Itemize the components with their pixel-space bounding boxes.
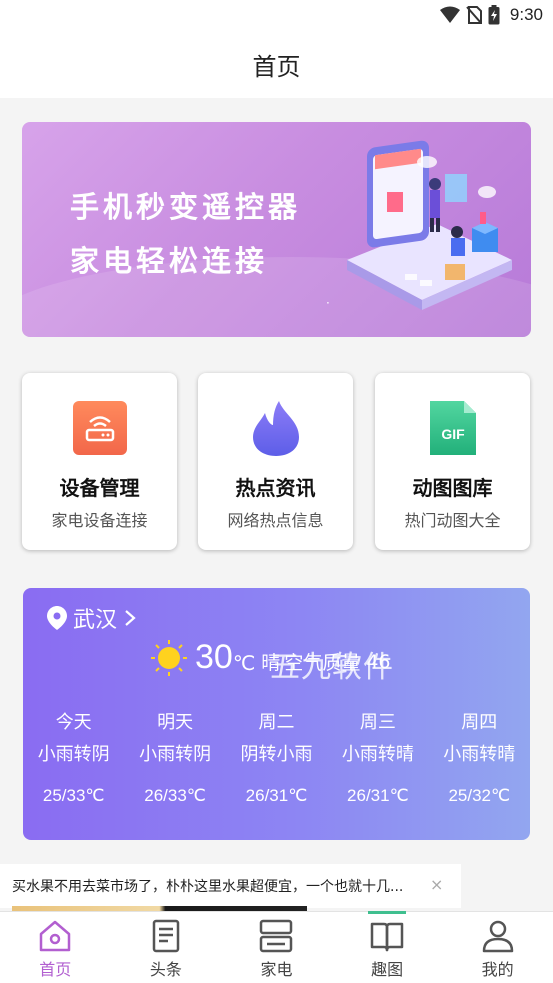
sun-icon xyxy=(151,639,187,676)
forecast-day: 周三 小雨转晴 26/31℃ xyxy=(327,708,428,806)
clock: 9:30 xyxy=(509,5,543,24)
forecast-temp: 26/31℃ xyxy=(245,786,308,805)
appliance-icon xyxy=(260,919,293,953)
chevron-right-icon xyxy=(125,610,136,626)
forecast-condition: 小雨转晴 xyxy=(443,744,516,765)
forecast-temp: 26/31℃ xyxy=(347,786,409,805)
forecast-condition: 阴转小雨 xyxy=(240,744,313,765)
forecast-day-label: 今天 xyxy=(55,712,92,733)
promo-banner[interactable]: 手机秒变遥控器 家电轻松连接 + xyxy=(22,122,531,337)
forecast-temp: 25/32℃ xyxy=(448,786,511,805)
location-selector[interactable]: 武汉 xyxy=(47,602,137,634)
app-header: 首页 xyxy=(0,30,553,98)
card-title: 动图图库 xyxy=(412,476,493,500)
city-name: 武汉 xyxy=(73,608,118,633)
gif-badge: GIF xyxy=(441,426,465,442)
watermark: 五九软件 xyxy=(270,650,394,685)
status-bar: 9:30 xyxy=(0,0,553,30)
flame-icon xyxy=(252,401,299,456)
forecast-list: 今天 小雨转阴 25/33℃ 明天 小雨转阴 26/33℃ 周二 阴转小雨 26… xyxy=(23,708,530,806)
forecast-day: 周二 阴转小雨 26/31℃ xyxy=(226,708,327,806)
no-sim-icon xyxy=(466,6,482,24)
status-icons: 9:30 xyxy=(439,5,543,25)
wifi-icon xyxy=(439,6,460,23)
forecast-temp: 26/33℃ xyxy=(144,786,206,805)
news-icon xyxy=(152,919,180,953)
card-subtitle: 家电设备连接 xyxy=(51,511,148,530)
weather-card[interactable]: 武汉 30 ℃ 晴 空气质量 46 五九软件 今天 小雨转阴 25/33℃ 明天… xyxy=(23,588,530,840)
tab-label: 我的 xyxy=(481,960,514,979)
svg-text:+: + xyxy=(327,293,330,312)
bottom-navigation: 首页 头条 家电 趣图 我的 xyxy=(0,911,553,983)
home-icon xyxy=(40,920,71,952)
tab-appliances[interactable]: 家电 xyxy=(221,912,332,983)
tab-headlines[interactable]: 头条 xyxy=(111,912,222,983)
tab-fun-images[interactable]: 趣图 xyxy=(332,911,443,983)
forecast-day: 今天 小雨转阴 25/33℃ xyxy=(23,708,124,806)
gif-file-icon: GIF xyxy=(429,401,476,455)
banner-subline: 家电轻松连接 xyxy=(70,244,269,278)
router-icon xyxy=(72,401,127,455)
user-icon xyxy=(482,920,513,953)
tab-label: 头条 xyxy=(149,960,182,979)
card-title: 设备管理 xyxy=(59,476,140,500)
tab-label: 首页 xyxy=(39,960,72,979)
banner-headline: 手机秒变遥控器 xyxy=(70,190,302,224)
ad-text: 买水果不用去菜市场了，朴朴这里水果超便宜，一个也就十几... xyxy=(12,879,404,895)
forecast-day-label: 周二 xyxy=(258,712,295,733)
device-management-card[interactable]: 设备管理 家电设备连接 xyxy=(22,373,177,550)
book-icon xyxy=(370,922,404,952)
forecast-day-label: 周三 xyxy=(359,712,396,733)
gif-gallery-card[interactable]: GIF 动图图库 热门动图大全 xyxy=(375,373,530,550)
forecast-temp: 25/33℃ xyxy=(42,786,105,805)
tab-indicator xyxy=(367,911,406,914)
battery-icon xyxy=(488,5,500,25)
ad-banner[interactable]: 买水果不用去菜市场了，朴朴这里水果超便宜，一个也就十几... × xyxy=(0,864,461,908)
card-subtitle: 热门动图大全 xyxy=(404,511,501,530)
card-subtitle: 网络热点信息 xyxy=(227,511,324,530)
forecast-day: 周四 小雨转晴 25/32℃ xyxy=(429,708,530,806)
forecast-condition: 小雨转阴 xyxy=(37,744,110,765)
location-pin-icon xyxy=(47,606,67,630)
forecast-day-label: 周四 xyxy=(461,712,498,733)
tab-label: 家电 xyxy=(260,960,293,979)
phone-shopping-illustration: + xyxy=(327,140,512,312)
page-title: 首页 xyxy=(252,52,301,81)
current-temperature: 30 xyxy=(195,638,233,676)
forecast-day-label: 明天 xyxy=(157,712,194,733)
hot-news-card[interactable]: 热点资讯 网络热点信息 xyxy=(198,373,353,550)
tab-label: 趣图 xyxy=(371,960,404,979)
temperature-unit: ℃ xyxy=(232,650,256,675)
card-title: 热点资讯 xyxy=(235,476,316,500)
forecast-day: 明天 小雨转阴 26/33℃ xyxy=(124,708,225,806)
tab-home[interactable]: 首页 xyxy=(0,912,111,983)
forecast-condition: 小雨转晴 xyxy=(341,744,414,765)
forecast-condition: 小雨转阴 xyxy=(139,744,212,765)
close-ad-button[interactable]: × xyxy=(430,875,443,894)
tab-profile[interactable]: 我的 xyxy=(442,912,553,983)
